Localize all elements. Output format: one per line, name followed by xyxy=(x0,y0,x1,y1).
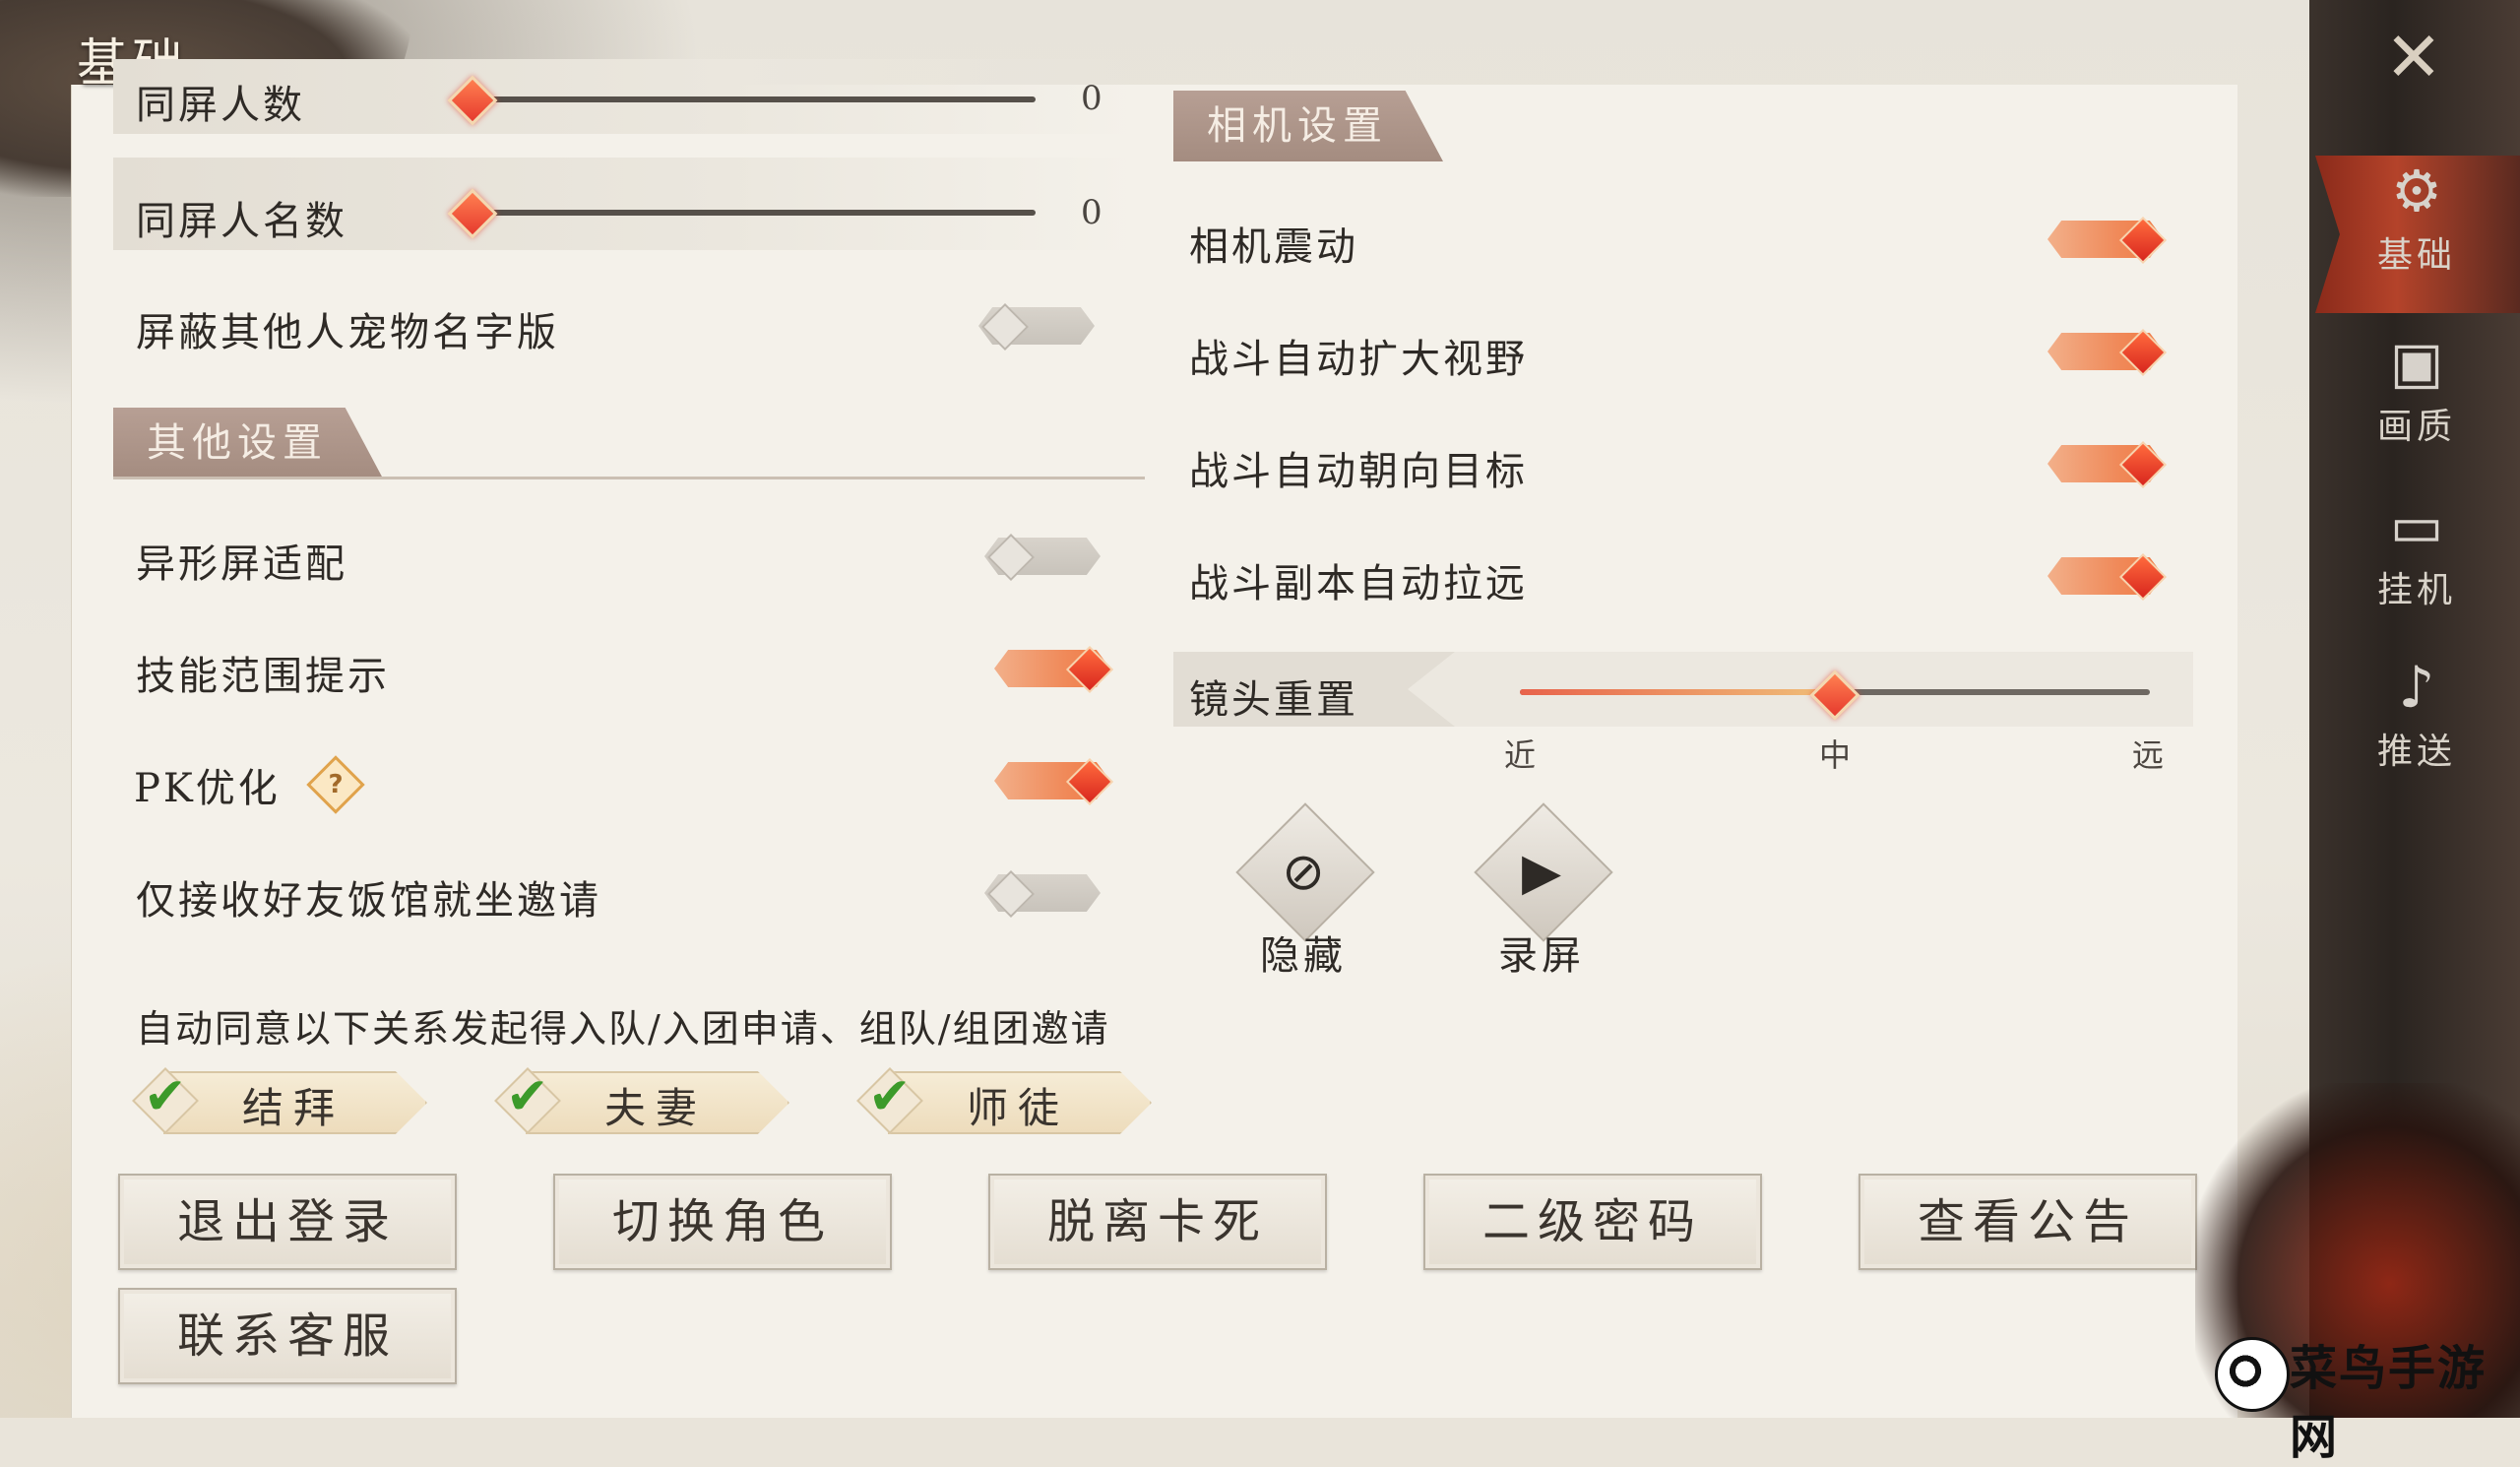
camera-settings-title: 相机设置 xyxy=(1173,91,1443,161)
contact-support-button[interactable]: 联系客服 xyxy=(118,1288,457,1384)
skill-range-hint-label: 技能范围提示 xyxy=(136,654,390,699)
camera-distance-fill xyxy=(1520,689,1835,695)
logout-button[interactable]: 退出登录 xyxy=(118,1174,457,1270)
sidebar-item-idle[interactable]: ▭ 挂机 xyxy=(2343,492,2490,612)
hide-pet-names-toggle[interactable] xyxy=(969,301,1104,351)
check-icon: ✔ xyxy=(868,1067,912,1126)
gear-icon: ⚙ xyxy=(2391,158,2442,224)
friend-restaurant-invite-label: 仅接收好友饭馆就坐邀请 xyxy=(136,878,601,924)
pk-optimize-label: PK优化 xyxy=(134,766,281,811)
camera-settings-header: 相机设置 xyxy=(1173,91,1488,161)
switch-role-button[interactable]: 切换角色 xyxy=(553,1174,892,1270)
notice-button[interactable]: 查看公告 xyxy=(1858,1174,2197,1270)
hide-ui-label: 隐藏 xyxy=(1260,933,1347,979)
friend-restaurant-invite-toggle[interactable] xyxy=(975,868,1110,919)
image-icon: ▣ xyxy=(2389,329,2444,396)
notch-adapt-label: 异形屏适配 xyxy=(136,542,347,587)
dungeon-auto-zoom-toggle[interactable] xyxy=(2038,551,2174,602)
relation-spouse-label: 夫妻 xyxy=(604,1084,708,1132)
same-screen-name-count-value: 0 xyxy=(1081,193,1102,232)
relation-master-label: 师徒 xyxy=(967,1084,1070,1132)
battle-auto-widen-label: 战斗自动扩大视野 xyxy=(1189,337,1528,382)
other-settings-header: 其他设置 xyxy=(113,408,1145,479)
pk-optimize-toggle[interactable] xyxy=(984,756,1120,806)
relation-sworn-checkbox[interactable]: ✔ 结拜 xyxy=(132,1067,429,1134)
watermark-logo xyxy=(2215,1337,2290,1412)
relation-spouse-checkbox[interactable]: ✔ 夫妻 xyxy=(494,1067,791,1134)
sidebar-item-label: 基础 xyxy=(2376,235,2456,276)
same-screen-name-count-label: 同屏人名数 xyxy=(136,199,347,244)
hide-ui-button[interactable]: ⊘ 隐藏 xyxy=(1225,802,1382,981)
watermark-text: 菜鸟手游网 xyxy=(2290,1341,2488,1465)
other-settings-title: 其他设置 xyxy=(113,408,383,478)
sidebar-item-label: 推送 xyxy=(2376,732,2456,772)
relation-master-checkbox[interactable]: ✔ 师徒 xyxy=(856,1067,1154,1134)
battle-auto-widen-toggle[interactable] xyxy=(2038,327,2174,377)
record-screen-button[interactable]: ▶ 录屏 xyxy=(1463,802,1620,981)
sidebar-item-push[interactable]: ♪ 推送 xyxy=(2343,654,2490,774)
check-icon: ✔ xyxy=(506,1067,549,1126)
sidebar-item-label: 画质 xyxy=(2376,407,2456,447)
auto-agree-text: 自动同意以下关系发起得入队/入团申请、组队/组团邀请 xyxy=(136,1007,1110,1051)
monitor-icon: ▭ xyxy=(2389,492,2444,559)
camera-shake-label: 相机震动 xyxy=(1189,224,1358,270)
close-icon[interactable]: ✕ xyxy=(2374,18,2453,96)
battle-auto-face-label: 战斗自动朝向目标 xyxy=(1189,449,1528,494)
tick-mid: 中 xyxy=(1819,736,1852,774)
camera-shake-toggle[interactable] xyxy=(2038,215,2174,265)
skill-range-hint-toggle[interactable] xyxy=(984,644,1120,694)
bell-icon: ♪ xyxy=(2398,654,2435,721)
dungeon-auto-zoom-label: 战斗副本自动拉远 xyxy=(1189,561,1528,606)
camera-reset-label[interactable]: 镜头重置 xyxy=(1189,668,1358,725)
hide-pet-names-label: 屏蔽其他人宠物名字版 xyxy=(136,310,559,355)
video-camera-icon: ▶ xyxy=(1522,843,1561,902)
notch-adapt-toggle[interactable] xyxy=(975,532,1110,582)
same-screen-name-count-slider[interactable] xyxy=(469,210,1036,216)
battle-auto-face-toggle[interactable] xyxy=(2038,439,2174,489)
check-icon: ✔ xyxy=(144,1067,187,1126)
record-screen-label: 录屏 xyxy=(1498,933,1585,979)
same-screen-count-slider[interactable] xyxy=(469,96,1036,102)
tick-far: 远 xyxy=(2132,736,2165,774)
sidebar-item-quality[interactable]: ▣ 画质 xyxy=(2343,329,2490,449)
tick-near: 近 xyxy=(1504,736,1537,774)
unstuck-button[interactable]: 脱离卡死 xyxy=(988,1174,1327,1270)
eye-slash-icon: ⊘ xyxy=(1282,843,1325,902)
sidebar-item-label: 挂机 xyxy=(2376,570,2456,610)
relation-sworn-label: 结拜 xyxy=(242,1084,346,1132)
second-password-button[interactable]: 二级密码 xyxy=(1423,1174,1762,1270)
help-glyph: ? xyxy=(328,770,344,799)
sidebar-item-basic[interactable]: ⚙ 基础 xyxy=(2343,158,2490,278)
same-screen-count-value: 0 xyxy=(1081,79,1102,118)
divider xyxy=(113,477,1145,479)
same-screen-count-label: 同屏人数 xyxy=(136,83,305,128)
